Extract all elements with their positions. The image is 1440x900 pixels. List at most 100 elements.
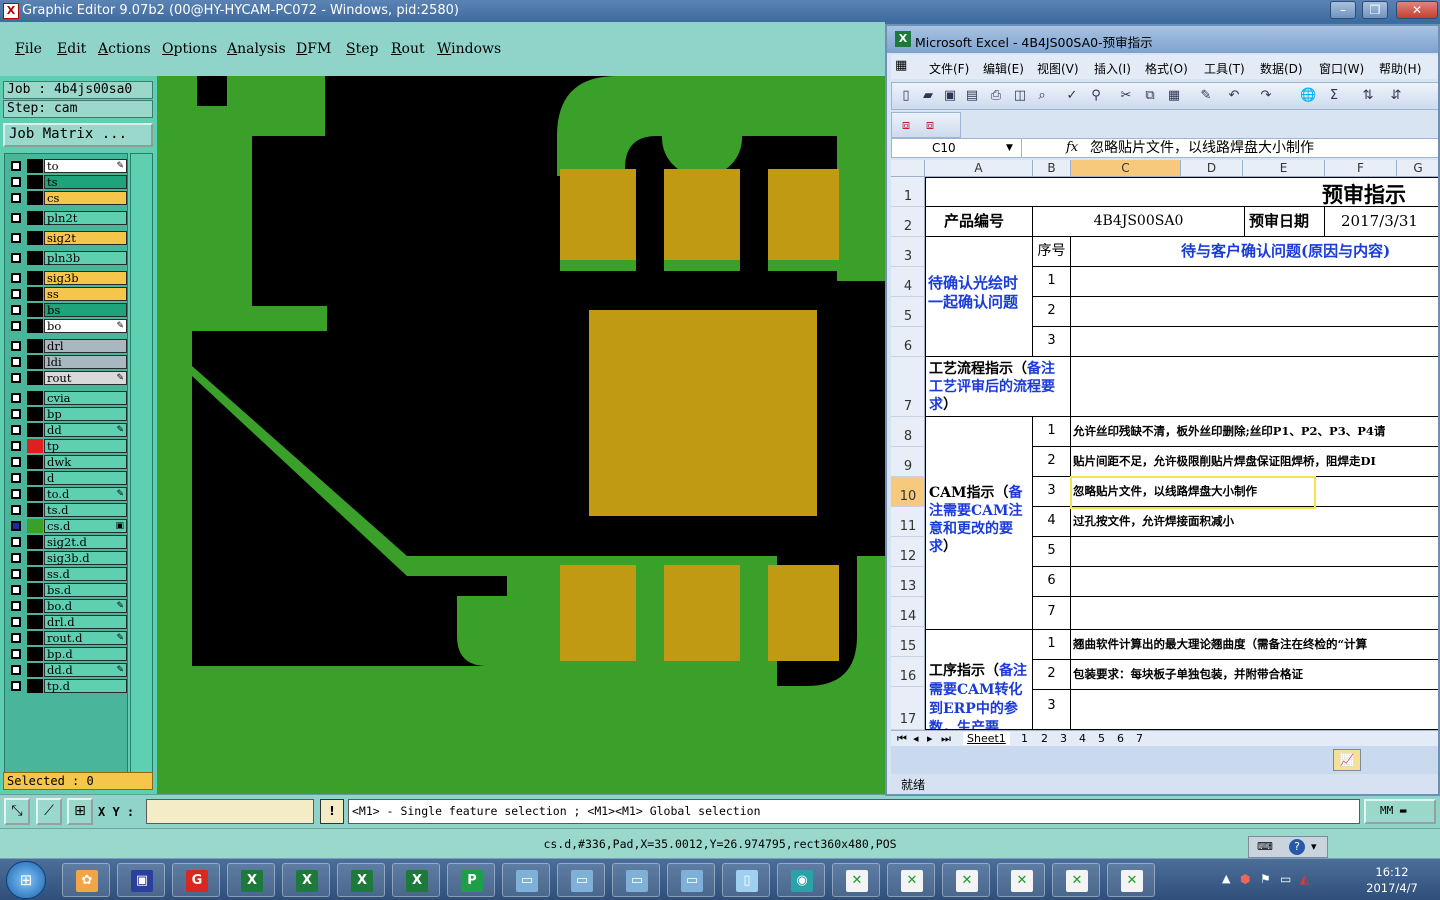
- last-sheet-icon[interactable]: ⏭: [941, 732, 951, 746]
- row-header[interactable]: 13: [891, 567, 925, 597]
- layer-name[interactable]: bo.d ✎: [44, 599, 127, 613]
- layer-row-cvia[interactable]: cvia: [8, 391, 127, 405]
- layer-row-drl-d[interactable]: drl.d: [8, 615, 127, 629]
- row-header[interactable]: 2: [891, 207, 925, 237]
- taskbar-app-button[interactable]: ✿: [62, 863, 110, 897]
- info-icon[interactable]: !: [320, 799, 344, 824]
- row-header[interactable]: 7: [891, 357, 925, 417]
- layer-name[interactable]: rout.d ✎: [44, 631, 127, 645]
- cam-item-cell[interactable]: [1071, 537, 1438, 567]
- layer-row-sig3b[interactable]: sig3b: [8, 271, 127, 285]
- xl-menu-format[interactable]: 格式(O): [1145, 60, 1188, 77]
- format-painter-icon[interactable]: ✎: [1198, 88, 1214, 104]
- layer-checkbox[interactable]: [11, 441, 21, 451]
- column-header[interactable]: D: [1181, 160, 1243, 177]
- layer-scrollbar[interactable]: [130, 153, 153, 781]
- xl-menu-data[interactable]: 数据(D): [1260, 60, 1303, 77]
- layer-name[interactable]: d: [44, 471, 127, 485]
- chevron-down-icon[interactable]: ▾: [1311, 840, 1317, 853]
- print-icon[interactable]: ⎙: [988, 88, 1004, 104]
- layer-name[interactable]: bp.d: [44, 647, 127, 661]
- menu-actions[interactable]: Actions: [98, 41, 151, 57]
- pdf-mail-icon[interactable]: ⧈: [922, 118, 938, 134]
- save-icon[interactable]: ▣: [942, 88, 958, 104]
- sheet-tab-sheet1[interactable]: Sheet1: [963, 732, 1010, 745]
- layer-checkbox[interactable]: [11, 633, 21, 643]
- print-preview-icon[interactable]: ◫: [1012, 88, 1028, 104]
- layer-row-bs-d[interactable]: bs.d: [8, 583, 127, 597]
- seq-header-cell[interactable]: 序号: [1033, 237, 1071, 267]
- issue-header-cell[interactable]: 待与客户确认问题(原因与内容): [1071, 237, 1438, 267]
- row-header[interactable]: 8: [891, 417, 925, 447]
- layer-name[interactable]: bs.d: [44, 583, 127, 597]
- seq-cell[interactable]: 4: [1033, 507, 1071, 537]
- seq-cell[interactable]: 1: [1033, 417, 1071, 447]
- taskbar-app-button[interactable]: ✕: [1052, 863, 1100, 897]
- layer-name[interactable]: cvia: [44, 391, 127, 405]
- layer-row-drl[interactable]: drl: [8, 339, 127, 353]
- language-bar[interactable]: ⌨ ? ▾: [1248, 836, 1328, 858]
- seq-cell[interactable]: 3: [1033, 690, 1071, 730]
- research-icon[interactable]: ⚲: [1088, 88, 1104, 104]
- layer-row-tp[interactable]: tp: [8, 439, 127, 453]
- sheet-tab[interactable]: 7: [1136, 732, 1143, 745]
- layer-affected-indicator[interactable]: [27, 439, 43, 453]
- layer-affected-indicator[interactable]: [27, 599, 43, 613]
- cam-item-cell[interactable]: [1071, 597, 1438, 630]
- seq-cell[interactable]: 2: [1033, 447, 1071, 477]
- row-header[interactable]: 1: [891, 177, 925, 207]
- layer-row-sig2t[interactable]: sig2t: [8, 231, 127, 245]
- layer-name[interactable]: sig3b.d: [44, 551, 127, 565]
- layer-name[interactable]: sig2t: [44, 231, 127, 245]
- row-header[interactable]: 17: [891, 687, 925, 730]
- chevron-down-icon[interactable]: ▼: [1006, 139, 1013, 157]
- layer-checkbox[interactable]: [11, 569, 21, 579]
- layer-row-tp-d[interactable]: tp.d: [8, 679, 127, 693]
- layer-affected-indicator[interactable]: [27, 663, 43, 677]
- layer-name[interactable]: dwk: [44, 455, 127, 469]
- sort-descending-icon[interactable]: ⇵: [1388, 88, 1404, 104]
- sheet-tab[interactable]: 4: [1079, 732, 1086, 745]
- permission-icon[interactable]: ▤: [964, 88, 980, 104]
- layer-row-to-d[interactable]: to.d ✎: [8, 487, 127, 501]
- column-header[interactable]: G: [1397, 160, 1438, 177]
- layer-affected-indicator[interactable]: [27, 391, 43, 405]
- layer-affected-indicator[interactable]: [27, 551, 43, 565]
- date-label-cell[interactable]: 预审日期: [1245, 207, 1325, 237]
- seq-cell[interactable]: 1: [1033, 630, 1071, 660]
- seq-cell[interactable]: 1: [1033, 267, 1071, 297]
- layer-affected-indicator[interactable]: [27, 287, 43, 301]
- column-header[interactable]: A: [925, 160, 1033, 177]
- prev-sheet-icon[interactable]: ◂: [913, 732, 919, 745]
- cut-icon[interactable]: ✂: [1118, 88, 1134, 104]
- sheet-tab[interactable]: 3: [1060, 732, 1067, 745]
- preview-icon[interactable]: ⌕: [1034, 88, 1050, 104]
- excel-doc-icon[interactable]: ▦: [895, 58, 907, 73]
- layer-row-rout-d[interactable]: rout.d ✎: [8, 631, 127, 645]
- taskbar-app-button[interactable]: P: [447, 863, 495, 897]
- taskbar-app-button[interactable]: ✕: [997, 863, 1045, 897]
- seq-cell[interactable]: 3: [1033, 477, 1071, 507]
- section-cam-cell[interactable]: CAM指示（备注需要CAM注意和更改的要求）: [925, 417, 1033, 630]
- menu-edit[interactable]: Edit: [57, 41, 86, 57]
- taskbar-app-button[interactable]: G: [172, 863, 220, 897]
- clock[interactable]: 16:12 2017/4/7: [1352, 864, 1432, 896]
- layer-affected-indicator[interactable]: [27, 535, 43, 549]
- menu-options[interactable]: Options: [162, 41, 217, 57]
- sheet-tab[interactable]: 2: [1041, 732, 1048, 745]
- row-header[interactable]: 10: [891, 477, 925, 507]
- fx-icon[interactable]: fx: [1066, 139, 1078, 157]
- measure-icon[interactable]: ⟋: [36, 798, 62, 825]
- layer-name[interactable]: tp.d: [44, 679, 127, 693]
- flag-icon[interactable]: ⚑: [1260, 872, 1271, 886]
- sheet-tab[interactable]: 6: [1117, 732, 1124, 745]
- menu-dfm[interactable]: DFM: [296, 41, 331, 57]
- process-item-cell[interactable]: [1071, 690, 1438, 730]
- layer-checkbox[interactable]: [11, 321, 21, 331]
- row-header[interactable]: 16: [891, 657, 925, 687]
- job-matrix-button[interactable]: Job Matrix ...: [3, 123, 153, 147]
- row-header[interactable]: 14: [891, 597, 925, 627]
- taskbar-app-button[interactable]: ▭: [557, 863, 605, 897]
- xl-menu-file[interactable]: 文件(F): [929, 60, 969, 77]
- row-header[interactable]: 11: [891, 507, 925, 537]
